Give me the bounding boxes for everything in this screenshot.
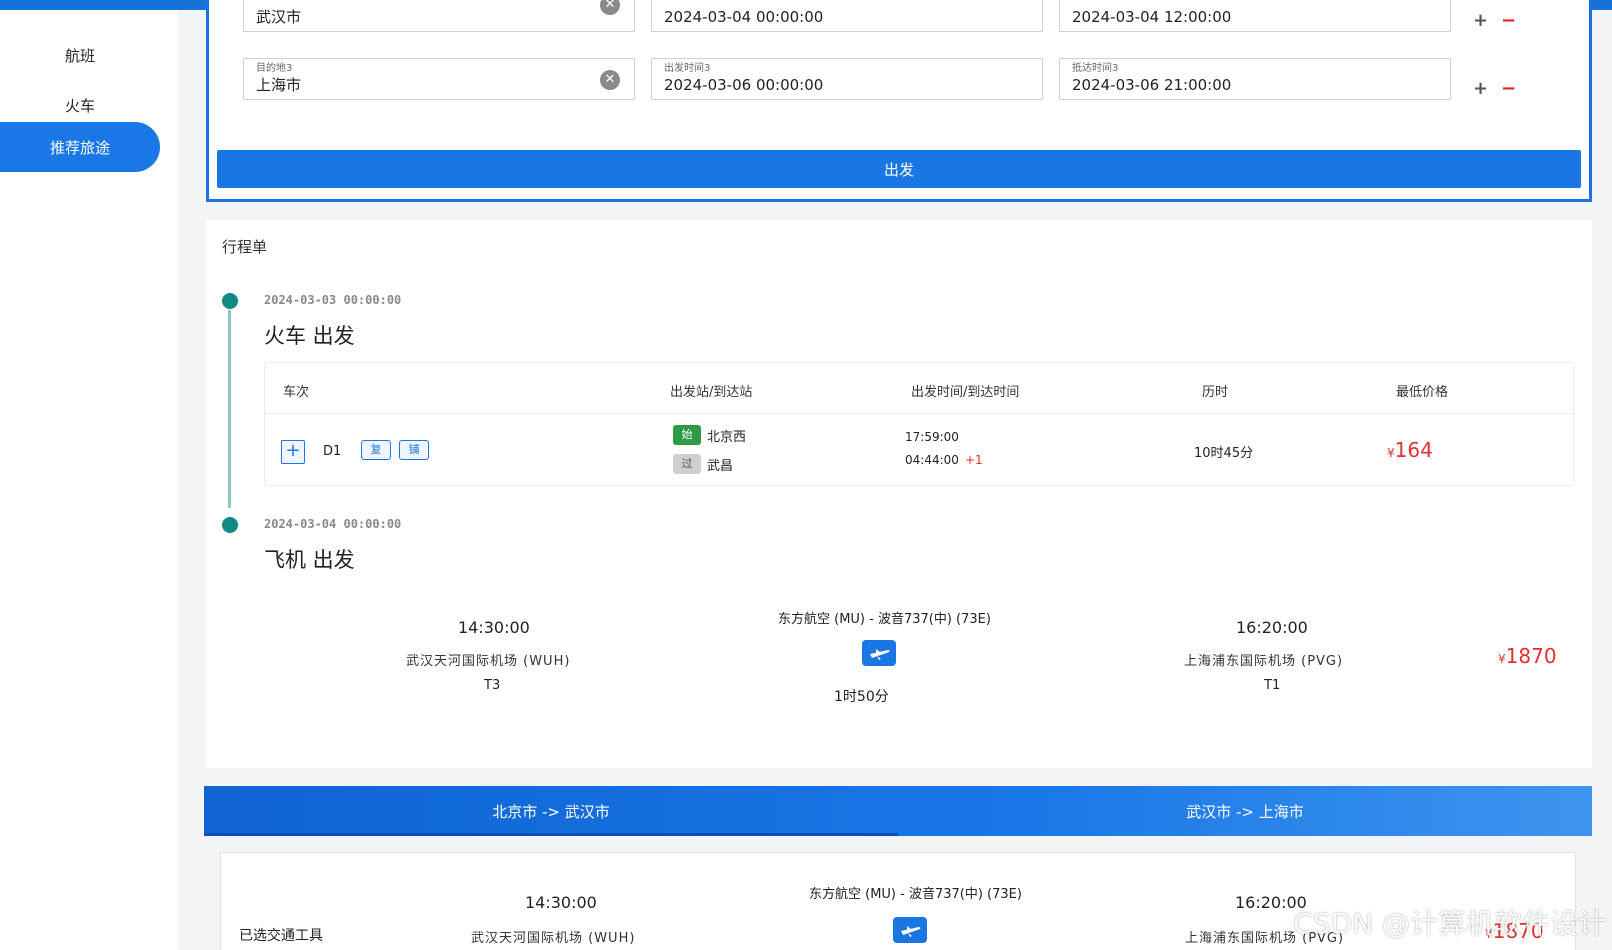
active-tab-indicator — [204, 833, 898, 836]
selected-depart-airport: 武汉天河国际机场 (WUH) — [471, 931, 636, 946]
tab-label: 北京市 -> 武汉市 — [492, 802, 610, 821]
field-value: 2024-03-06 00:00:00 — [664, 76, 824, 94]
field-value: 武汉市 — [256, 8, 302, 26]
plane-icon — [862, 640, 896, 666]
destination-field[interactable]: 目的地3 上海市 ✕ — [243, 58, 635, 100]
selected-depart-time: 14:30:00 — [525, 893, 597, 912]
to-station: 武昌 — [707, 459, 734, 474]
sidebar-item-flight[interactable]: 航班 — [0, 30, 160, 80]
sidebar: 航班 火车 推荐旅途 — [0, 10, 178, 950]
expand-button[interactable]: + — [281, 440, 305, 464]
field-label — [664, 0, 1030, 7]
timeline-title: 火车 出发 — [264, 324, 355, 348]
destination-field[interactable]: 武汉市 ✕ — [243, 0, 635, 32]
lowest-price: ¥164 — [1387, 438, 1433, 462]
column-header: 出发站/到达站 — [670, 385, 753, 400]
depart-time-field[interactable]: 出发时间3 2024-03-06 00:00:00 — [651, 58, 1043, 100]
trip-form: 武汉市 ✕ 2024-03-04 00:00:00 2024-03-04 12:… — [206, 0, 1592, 202]
sidebar-item-recommended-trip[interactable]: 推荐旅途 — [0, 122, 160, 172]
train-tag: 复 — [361, 440, 391, 460]
currency-symbol: ¥ — [1498, 652, 1506, 666]
add-row-button[interactable]: + — [1473, 80, 1488, 98]
flight-duration: 1时50分 — [834, 689, 889, 705]
timeline-title: 飞机 出发 — [264, 548, 355, 572]
tab-label: 武汉市 -> 上海市 — [1186, 802, 1304, 821]
itinerary-card: 行程单 2024-03-03 00:00:00 火车 出发 车次 出发站/到达站… — [206, 220, 1592, 768]
pass-station-badge: 过 — [673, 454, 701, 474]
flight-depart-airport: 武汉天河国际机场 (WUH) — [406, 654, 571, 669]
sidebar-item-label: 航班 — [64, 46, 95, 65]
remove-row-button[interactable]: − — [1501, 80, 1516, 98]
sidebar-item-label: 推荐旅途 — [49, 138, 110, 157]
field-label — [1072, 0, 1438, 7]
column-header: 出发时间/到达时间 — [911, 385, 1020, 400]
arrive-time-field[interactable]: 2024-03-04 12:00:00 — [1059, 0, 1451, 32]
flight-depart-terminal: T3 — [484, 678, 501, 693]
train-number: D1 — [323, 444, 342, 459]
tab-segment-1[interactable]: 北京市 -> 武汉市 — [204, 786, 898, 836]
selected-label: 已选交通工具 — [239, 928, 323, 944]
itinerary-title: 行程单 — [222, 238, 268, 256]
timeline-dot — [222, 293, 238, 309]
duration: 10时45分 — [1194, 446, 1254, 461]
add-row-button[interactable]: + — [1473, 12, 1488, 30]
timeline-time: 2024-03-04 00:00:00 — [264, 517, 402, 531]
remove-row-button[interactable]: − — [1501, 12, 1516, 30]
field-value: 2024-03-04 00:00:00 — [664, 8, 824, 26]
plane-icon — [893, 917, 927, 943]
train-table: 车次 出发站/到达站 出发时间/到达时间 历时 最低价格 + D1 复 铺 始 … — [264, 362, 1574, 486]
watermark: CSDN @计算机软件设计 — [1293, 907, 1606, 940]
train-tag: 铺 — [399, 440, 429, 460]
timeline-line — [228, 310, 231, 508]
currency-symbol: ¥ — [1387, 446, 1395, 460]
clear-icon[interactable]: ✕ — [600, 70, 620, 90]
start-station-badge: 始 — [673, 425, 701, 445]
depart-button[interactable]: 出发 — [217, 150, 1581, 188]
flight-price: ¥1870 — [1498, 644, 1557, 668]
timeline-time: 2024-03-03 00:00:00 — [264, 293, 402, 307]
arrive-time-field[interactable]: 抵达时间3 2024-03-06 21:00:00 — [1059, 58, 1451, 100]
table-row[interactable]: + D1 复 铺 始 北京西 过 武昌 17:59:00 04:44:00 +1… — [265, 413, 1573, 485]
field-label — [256, 0, 622, 7]
column-header: 最低价格 — [1396, 385, 1449, 400]
flight-arrive-terminal: T1 — [1264, 678, 1281, 693]
timeline-dot — [222, 517, 238, 533]
tab-segment-2[interactable]: 武汉市 -> 上海市 — [898, 786, 1592, 836]
flight-arrive-time: 16:20:00 — [1236, 618, 1308, 637]
field-label: 抵达时间3 — [1072, 63, 1119, 74]
field-label: 出发时间3 — [664, 63, 711, 74]
price-value: 164 — [1394, 438, 1433, 462]
from-station: 北京西 — [707, 430, 747, 445]
column-header: 历时 — [1202, 385, 1229, 400]
flight-arrive-airport: 上海浦东国际机场 (PVG) — [1184, 654, 1344, 669]
field-label: 目的地3 — [256, 63, 293, 74]
arrive-time: 04:44:00 — [905, 453, 959, 467]
price-value: 1870 — [1505, 644, 1557, 668]
field-value: 2024-03-04 12:00:00 — [1072, 8, 1232, 26]
field-value: 2024-03-06 21:00:00 — [1072, 76, 1232, 94]
flight-airline: 东方航空 (MU) - 波音737(中) (73E) — [778, 612, 991, 627]
field-value: 上海市 — [256, 76, 302, 94]
day-offset: +1 — [965, 453, 983, 467]
flight-depart-time: 14:30:00 — [458, 618, 530, 637]
segment-tabs: 北京市 -> 武汉市 武汉市 -> 上海市 — [204, 786, 1592, 836]
depart-time: 17:59:00 — [905, 430, 959, 444]
selected-airline: 东方航空 (MU) - 波音737(中) (73E) — [809, 887, 1022, 902]
sidebar-item-label: 火车 — [64, 96, 95, 115]
column-header: 车次 — [283, 385, 310, 400]
depart-time-field[interactable]: 2024-03-04 00:00:00 — [651, 0, 1043, 32]
